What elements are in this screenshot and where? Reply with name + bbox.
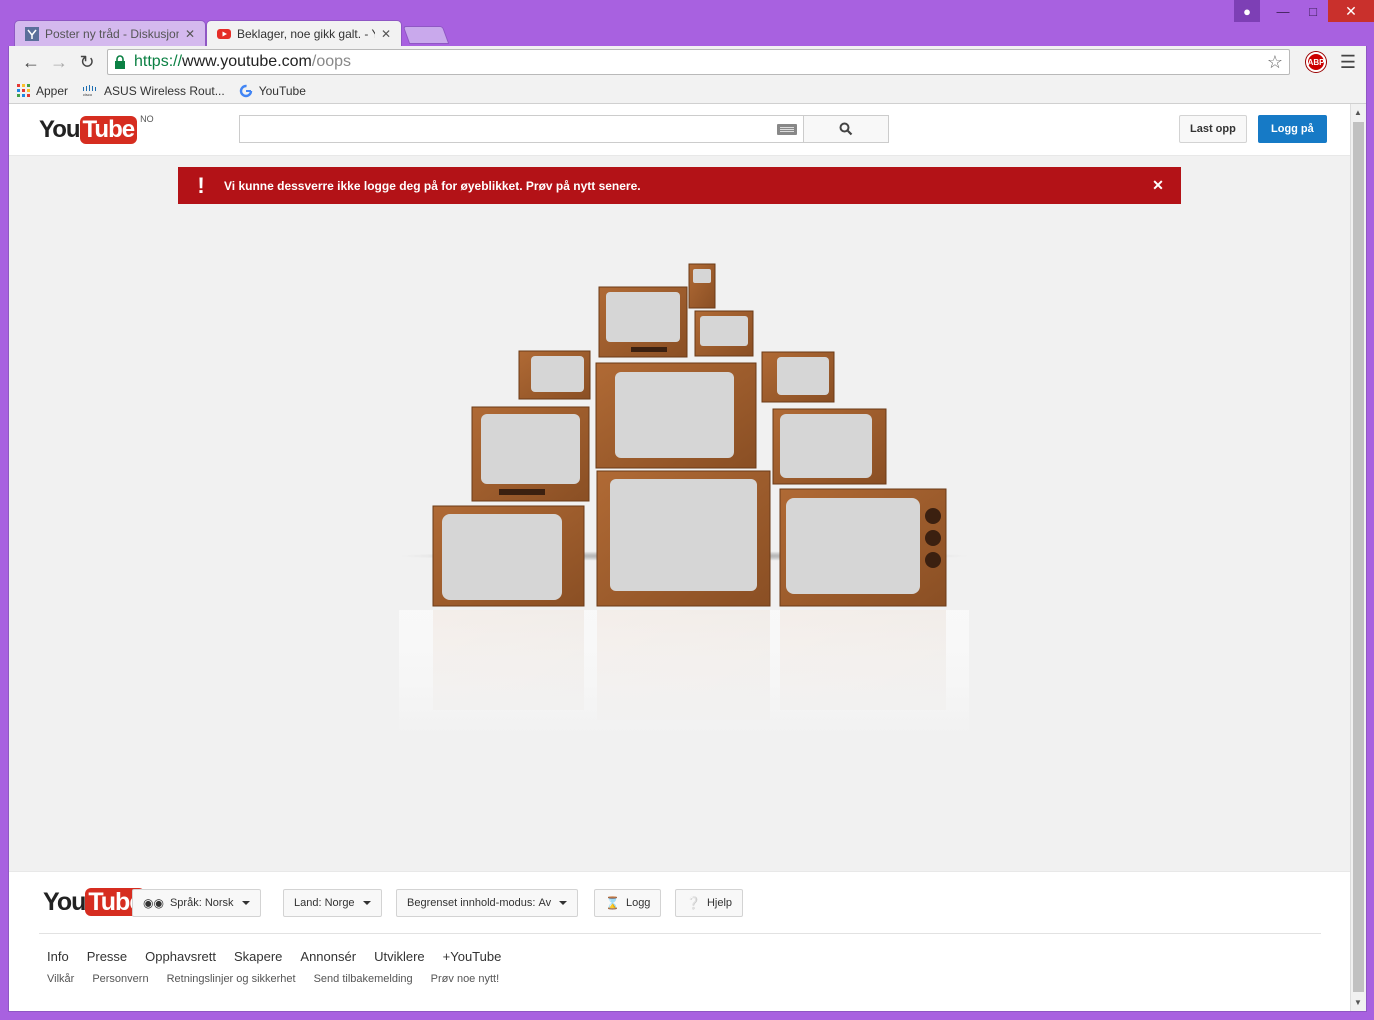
youtube-favicon-icon [217,28,231,39]
footer-link-press[interactable]: Presse [87,949,127,964]
tab-youtube[interactable]: Beklager, noe gikk galt. - YouTube ✕ [206,20,402,46]
page-viewport: You Tube NO Last opp Logg på ! Vi kunne … [9,104,1351,1011]
vertical-scrollbar[interactable]: ▲ ▼ [1350,104,1366,1011]
logo-tube: Tube [79,116,138,144]
history-label: Logg [625,897,651,909]
search-input[interactable] [239,115,804,143]
scrollbar-thumb[interactable] [1353,122,1364,992]
language-label: Språk: [169,897,202,909]
language-icon: ◉◉ [143,896,164,910]
keyboard-icon[interactable] [777,124,797,135]
footer-secondary-links: Vilkår Personvern Retningslinjer og sikk… [47,973,517,985]
scroll-down-icon[interactable]: ▼ [1354,998,1362,1007]
bookmark-star-icon[interactable]: ☆ [1267,52,1283,73]
svg-text:cisco: cisco [83,92,93,97]
youtube-logo[interactable]: You Tube NO [39,114,154,144]
bookmark-youtube[interactable]: YouTube [239,84,306,98]
hourglass-icon: ⌛ [605,896,620,910]
url-host: www.youtube.com [182,53,312,70]
footer-link-policy-safety[interactable]: Retningslinjer og sikkerhet [167,973,296,985]
logo-you: You [39,116,81,143]
back-button[interactable]: ← [17,48,45,76]
menu-icon[interactable]: ☰ [1338,52,1358,73]
footer-divider [39,933,1321,934]
country-label: Land: [294,897,322,909]
cisco-icon: cisco [83,84,97,97]
search-icon [839,122,853,136]
login-button[interactable]: Logg på [1258,115,1327,143]
help-icon: ❔ [686,896,701,910]
tab-title: Poster ny tråd - Diskusjon [45,26,179,41]
help-button[interactable]: ❔ Hjelp [675,889,744,917]
browser-window: ← → ↻ https://www.youtube.com/oops ☆ ABP… [8,46,1367,1012]
broken-tvs-illustration [399,263,969,734]
chevron-down-icon [362,901,371,905]
language-picker[interactable]: ◉◉ Språk: Norsk [132,889,261,917]
bookmark-apps[interactable]: Apper [17,84,68,98]
footer-link-developers[interactable]: Utviklere [374,949,425,964]
adblock-plus-icon[interactable]: ABP [1306,52,1326,72]
help-label: Hjelp [706,897,733,909]
footer-link-terms[interactable]: Vilkår [47,973,74,985]
footer-primary-links: Info Presse Opphavsrett Skapere Annonsér… [47,949,519,964]
footer-link-privacy[interactable]: Personvern [92,973,148,985]
address-bar[interactable]: https://www.youtube.com/oops ☆ [107,49,1290,75]
url-path: /oops [311,53,352,70]
footer-link-try-new[interactable]: Prøv noe nytt! [431,973,499,985]
new-tab-button[interactable] [402,26,450,44]
youtube-footer: You Tube ◉◉ Språk: Norsk Land: Norge Beg… [9,871,1351,1011]
bookmark-label: ASUS Wireless Rout... [104,83,225,98]
alert-icon: ! [197,172,205,198]
url-scheme: https:// [134,53,183,70]
bookmarks-bar: Apper cisco ASUS Wireless Rout... YouTub… [9,78,1366,104]
tab-strip: Poster ny tråd - Diskusjon ✕ Beklager, n… [14,18,1354,46]
alert-message: Vi kunne dessverre ikke logge deg på for… [224,178,641,193]
logo-you: You [43,888,86,916]
footer-link-plus-youtube[interactable]: +YouTube [443,949,502,964]
youtube-header: You Tube NO Last opp Logg på [9,104,1351,156]
country-picker[interactable]: Land: Norge [283,889,382,917]
language-value: Norsk [204,897,234,909]
search-button[interactable] [803,115,889,143]
tab-discussion[interactable]: Poster ny tråd - Diskusjon ✕ [14,20,206,46]
history-button[interactable]: ⌛ Logg [594,889,662,917]
google-icon [239,84,252,97]
restricted-mode-picker[interactable]: Begrenset innhold-modus: Av [396,889,579,917]
tab-title: Beklager, noe gikk galt. - YouTube [237,26,375,41]
footer-link-feedback[interactable]: Send tilbakemelding [314,973,413,985]
bookmark-label: YouTube [258,83,306,98]
region-code: NO [140,114,154,124]
restricted-value: Av [538,897,552,909]
close-alert-icon[interactable]: ✕ [1135,177,1181,194]
bookmark-asus[interactable]: cisco ASUS Wireless Rout... [82,84,225,98]
footer-link-copyright[interactable]: Opphavsrett [145,949,216,964]
error-alert: ! Vi kunne dessverre ikke logge deg på f… [178,167,1181,204]
country-value: Norge [324,897,355,909]
footer-link-creators[interactable]: Skapere [234,949,282,964]
chevron-down-icon [241,901,250,905]
toolbar: ← → ↻ https://www.youtube.com/oops ☆ ABP… [9,46,1366,78]
footer-link-info[interactable]: Info [47,949,69,964]
bookmark-label: Apper [36,83,69,98]
footer-link-advertise[interactable]: Annonsér [300,949,356,964]
apps-grid-icon [17,84,30,97]
upload-button[interactable]: Last opp [1179,115,1247,143]
scroll-up-icon[interactable]: ▲ [1354,108,1362,117]
close-tab-icon[interactable]: ✕ [381,27,391,41]
forward-button[interactable]: → [45,48,73,76]
chevron-down-icon [559,901,568,905]
close-tab-icon[interactable]: ✕ [185,27,195,41]
footer-logo[interactable]: You Tube [43,888,146,916]
forum-favicon-icon [25,26,39,41]
lock-icon [115,55,125,69]
reload-button[interactable]: ↻ [73,48,101,76]
restricted-label: Begrenset innhold-modus: [407,897,536,909]
